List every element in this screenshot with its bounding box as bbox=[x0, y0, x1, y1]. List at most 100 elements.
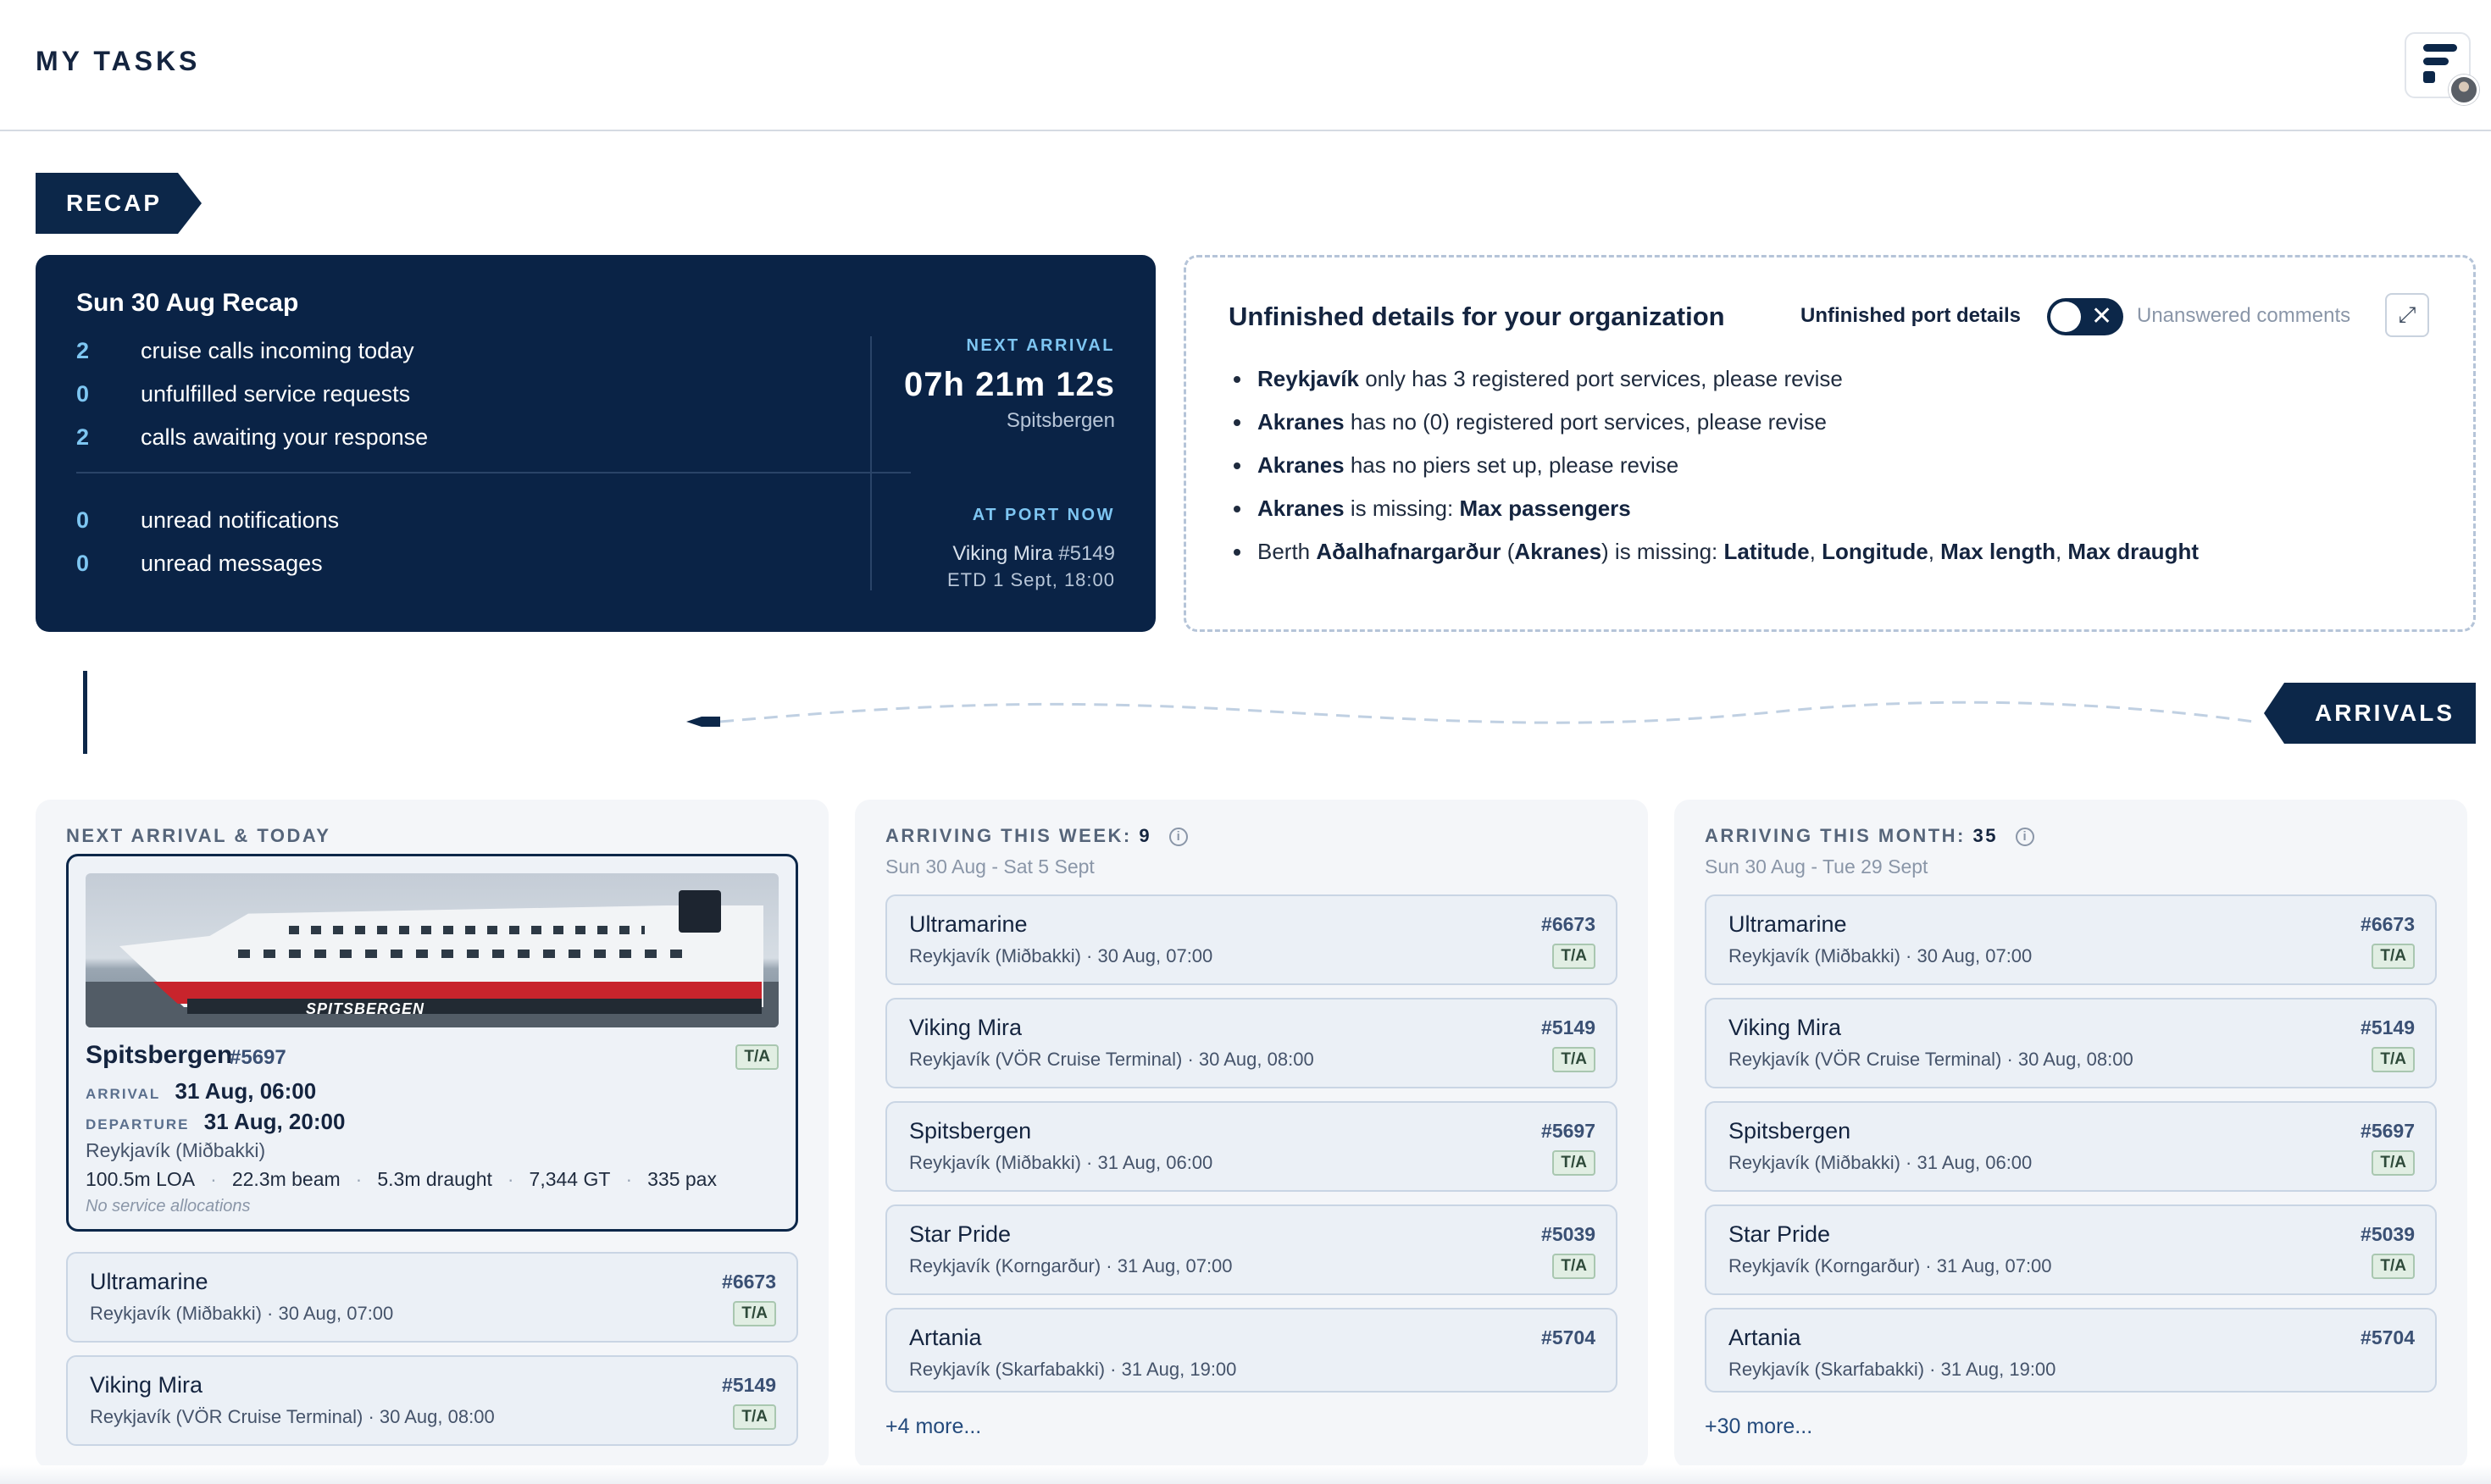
call-ship-name: Ultramarine bbox=[909, 911, 1028, 937]
call-card[interactable]: Ultramarine Reykjavík (Miðbakki) · 30 Aug… bbox=[885, 894, 1617, 985]
ship-marker-icon bbox=[686, 717, 720, 727]
at-port-ship-id: #5149 bbox=[1058, 542, 1115, 565]
stat-awaiting-response[interactable]: 2 calls awaiting your response bbox=[76, 424, 428, 451]
stat-label: unread messages bbox=[141, 551, 323, 576]
arrival-tag: ARRIVAL bbox=[86, 1086, 161, 1102]
detail-segment: , bbox=[2055, 539, 2068, 564]
today-column-title: NEXT ARRIVAL & TODAY bbox=[66, 825, 331, 846]
call-card[interactable]: Ultramarine Reykjavík (Miðbakki) · 30 Aug… bbox=[1705, 894, 2437, 985]
detail-segment: only has 3 registered port services, ple… bbox=[1358, 366, 1843, 391]
status-badge: T/A bbox=[735, 1044, 779, 1070]
call-id: #6673 bbox=[722, 1271, 776, 1293]
detail-segment: ( bbox=[1501, 539, 1515, 564]
spec-draught: 5.3m draught bbox=[377, 1168, 492, 1190]
month-count: 35 bbox=[1972, 825, 1998, 846]
spec-separator: · bbox=[355, 1168, 363, 1190]
stat-label: calls awaiting your response bbox=[141, 424, 429, 450]
call-ship-name: Viking Mira bbox=[90, 1372, 203, 1398]
call-card[interactable]: Ultramarine Reykjavík (Miðbakki) · 30 Au… bbox=[66, 1252, 798, 1343]
status-badge: T/A bbox=[2372, 1047, 2415, 1072]
call-card[interactable]: Star Pride Reykjavík (Korngarður) · 31 Au… bbox=[885, 1204, 1617, 1295]
stat-unread-messages[interactable]: 0 unread messages bbox=[76, 551, 323, 577]
stat-unread-notifications[interactable]: 0 unread notifications bbox=[76, 507, 339, 534]
call-ship-name: Viking Mira bbox=[1728, 1015, 1842, 1040]
call-ship-name: Ultramarine bbox=[90, 1269, 208, 1294]
week-count: 9 bbox=[1139, 825, 1152, 846]
detail-segment: has no piers set up, please revise bbox=[1344, 452, 1679, 478]
call-card[interactable]: Artania Reykjavík (Skarfabakki) · 31 Aug,… bbox=[1705, 1308, 2437, 1393]
month-title-label: ARRIVING THIS MONTH: bbox=[1705, 825, 1966, 846]
call-details: Reykjavík (Skarfabakki) · 31 Aug, 19:00 bbox=[909, 1359, 1237, 1380]
info-icon[interactable]: i bbox=[1168, 828, 1188, 846]
details-toggle[interactable]: ✕ bbox=[2047, 298, 2123, 335]
detail-text: Akranes is missing: Max passengers bbox=[1257, 496, 1631, 522]
status-badge: T/A bbox=[1552, 1047, 1595, 1072]
spec-loa: 100.5m LOA bbox=[86, 1168, 196, 1190]
spec-separator: · bbox=[625, 1168, 633, 1190]
at-port-block[interactable]: AT PORT NOW Viking Mira #5149 ETD 1 Sept… bbox=[947, 506, 1115, 591]
info-icon[interactable]: i bbox=[2015, 828, 2034, 846]
week-more-link[interactable]: +4 more... bbox=[885, 1415, 981, 1439]
call-details: Reykjavík (Korngarður) · 31 Aug, 07:00 bbox=[1728, 1255, 2052, 1276]
call-card[interactable]: Viking Mira Reykjavík (VÖR Cruise Termina… bbox=[885, 998, 1617, 1088]
call-details: Reykjavík (Skarfabakki) · 31 Aug, 19:00 bbox=[1728, 1359, 2056, 1380]
arrivals-ribbon: ARRIVALS bbox=[2264, 683, 2476, 744]
call-id: #5697 bbox=[2361, 1120, 2415, 1142]
month-more-link[interactable]: +30 more... bbox=[1705, 1415, 1812, 1439]
at-port-ship: Viking Mira #5149 bbox=[947, 542, 1115, 566]
avatar[interactable] bbox=[2449, 75, 2479, 105]
spec-pax: 335 pax bbox=[647, 1168, 717, 1190]
user-menu-button[interactable] bbox=[2405, 32, 2479, 105]
expand-button[interactable]: ⤢ bbox=[2385, 293, 2429, 337]
call-card[interactable]: Viking Mira Reykjavík (VÖR Cruise Termina… bbox=[1705, 998, 2437, 1088]
detail-text: Akranes has no (0) registered port servi… bbox=[1257, 409, 1827, 435]
call-card[interactable]: Spitsbergen Reykjavík (Miðbakki) · 31 Aug… bbox=[885, 1101, 1617, 1192]
toggle-label[interactable]: Unfinished port details bbox=[1800, 304, 2021, 328]
week-column: ARRIVING THIS WEEK: 9 i Sun 30 Aug - Sat… bbox=[855, 800, 1648, 1469]
call-ship-name: Spitsbergen bbox=[1728, 1118, 1851, 1143]
bottom-fade bbox=[0, 1465, 2491, 1484]
stat-value: 0 bbox=[76, 551, 90, 576]
departure-time: 31 Aug, 20:00 bbox=[203, 1109, 346, 1134]
call-card[interactable]: Viking Mira Reykjavík (VÖR Cruise Termin… bbox=[66, 1355, 798, 1446]
stat-incoming-calls[interactable]: 2 cruise calls incoming today bbox=[76, 338, 414, 364]
stat-label: unread notifications bbox=[141, 507, 340, 533]
unfinished-details-card: Unfinished details for your organization… bbox=[1184, 255, 2476, 632]
call-card[interactable]: Artania Reykjavík (Skarfabakki) · 31 Aug,… bbox=[885, 1308, 1617, 1393]
detail-emphasis: Max passengers bbox=[1459, 496, 1631, 521]
details-list: Reykjavík only has 3 registered port ser… bbox=[1234, 357, 2199, 573]
status-badge: T/A bbox=[1552, 1254, 1595, 1279]
next-arrival-block[interactable]: NEXT ARRIVAL 07h 21m 12s Spitsbergen bbox=[904, 336, 1115, 433]
recap-vertical-divider bbox=[870, 336, 872, 590]
month-range: Sun 30 Aug - Tue 29 Sept bbox=[1705, 856, 1928, 878]
stat-unfulfilled-requests[interactable]: 0 unfulfilled service requests bbox=[76, 381, 410, 407]
call-card[interactable]: Star Pride Reykjavík (Korngarður) · 31 Au… bbox=[1705, 1204, 2437, 1295]
featured-note: No service allocations bbox=[86, 1197, 251, 1215]
menu-logo-icon-bar bbox=[2423, 58, 2449, 65]
month-column: ARRIVING THIS MONTH: 35 i Sun 30 Aug - T… bbox=[1674, 800, 2467, 1469]
call-details: Reykjavík (VÖR Cruise Terminal) · 30 Aug… bbox=[90, 1406, 495, 1427]
ship-photo-keel bbox=[187, 999, 762, 1014]
detail-emphasis: Akranes bbox=[1257, 452, 1345, 478]
at-port-etd: ETD 1 Sept, 18:00 bbox=[947, 569, 1115, 590]
next-arrival-kicker: NEXT ARRIVAL bbox=[966, 336, 1115, 355]
ship-photo-windows-upper bbox=[289, 926, 645, 934]
stat-value: 0 bbox=[76, 381, 90, 407]
detail-emphasis: Max draught bbox=[2067, 539, 2199, 564]
detail-emphasis: Latitude bbox=[1723, 539, 1810, 564]
call-id: #5704 bbox=[1541, 1326, 1595, 1348]
timeline-marker bbox=[83, 671, 87, 754]
recap-divider bbox=[76, 472, 911, 473]
status-badge: T/A bbox=[2372, 944, 2415, 969]
call-card[interactable]: Spitsbergen Reykjavík (Miðbakki) · 31 Aug… bbox=[1705, 1101, 2437, 1192]
call-ship-name: Viking Mira bbox=[909, 1015, 1023, 1040]
spec-beam: 22.3m beam bbox=[231, 1168, 341, 1190]
recap-card: Sun 30 Aug Recap 2 cruise calls incoming… bbox=[36, 255, 1156, 632]
call-id: #5697 bbox=[1541, 1120, 1595, 1142]
detail-text: Berth Aðalhafnargarður (Akranes) is miss… bbox=[1257, 539, 2199, 565]
featured-call-card[interactable]: SPITSBERGEN Spitsbergen #5697 T/A ARRIVA… bbox=[66, 854, 798, 1232]
call-id: #6673 bbox=[2361, 913, 2415, 935]
toggle-alt-label[interactable]: Unanswered comments bbox=[2137, 304, 2350, 328]
detail-item: Reykjavík only has 3 registered port ser… bbox=[1234, 357, 2199, 401]
menu-logo-icon bbox=[2423, 44, 2457, 52]
